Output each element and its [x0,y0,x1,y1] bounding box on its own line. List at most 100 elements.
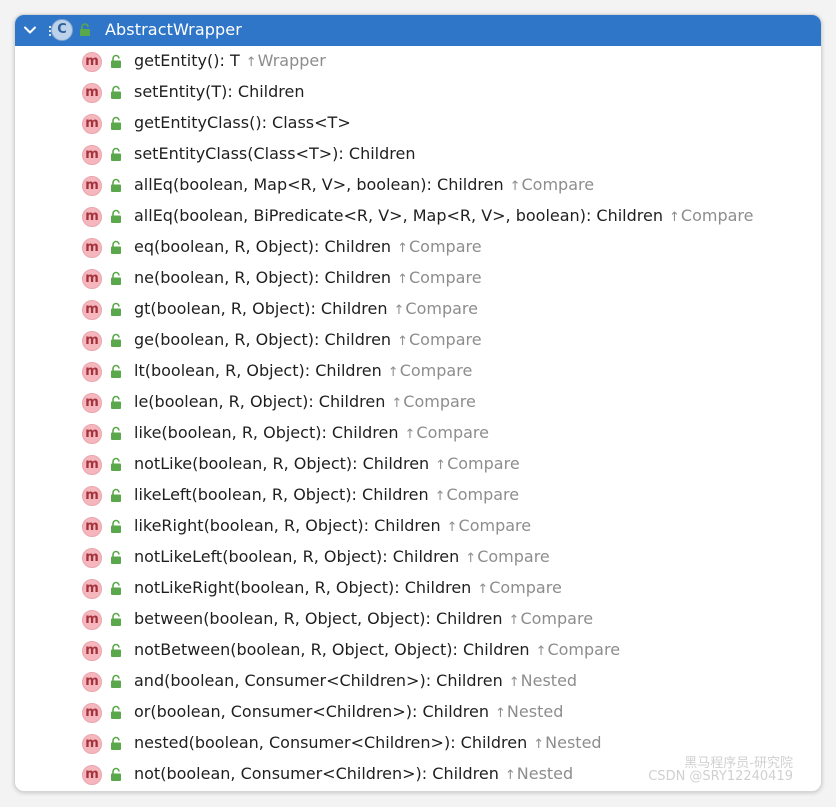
chevron-down-icon[interactable] [23,23,37,37]
method-icon: m [82,703,102,723]
inherited-from: ↑Compare [477,578,561,597]
method-row[interactable]: m notLike(boolean, R, Object): Children ↑C… [15,449,821,480]
arrow-up-icon: ↑ [477,582,489,597]
method-row[interactable]: m between(boolean, R, Object, Object): Ch… [15,604,821,635]
method-icon: m [82,362,102,382]
method-row[interactable]: m setEntityClass(Class<T>): Children [15,139,821,170]
public-lock-icon [111,302,121,316]
method-row[interactable]: m notLikeRight(boolean, R, Object): Child… [15,573,821,604]
method-signature: or(boolean, Consumer<Children>): Childre… [134,702,490,721]
public-lock-icon [111,333,121,347]
method-signature-line: likeRight(boolean, R, Object): Children ↑… [134,516,531,535]
inherited-from: ↑Compare [447,516,531,535]
arrow-up-icon: ↑ [391,396,403,411]
public-lock-icon [111,240,121,254]
method-row[interactable]: m allEq(boolean, Map<R, V>, boolean): Chi… [15,170,821,201]
method-icon: m [82,548,102,568]
arrow-up-icon: ↑ [245,55,257,70]
method-row[interactable]: m notBetween(boolean, R, Object, Object):… [15,635,821,666]
arrow-up-icon: ↑ [446,520,458,535]
inherited-from: ↑Wrapper [246,51,326,70]
inherited-from-label: Compare [520,609,594,628]
method-row[interactable]: m nested(boolean, Consumer<Children>): Ch… [15,728,821,759]
inherited-from-label: Compare [680,206,754,225]
method-row[interactable]: m likeRight(boolean, R, Object): Children… [15,511,821,542]
method-row[interactable]: m like(boolean, R, Object): Children ↑Comp… [15,418,821,449]
method-icon: m [82,734,102,754]
arrow-up-icon: ↑ [404,427,416,442]
method-signature: eq(boolean, R, Object): Children [134,237,392,256]
method-signature: allEq(boolean, Map<R, V>, boolean): Chil… [134,175,504,194]
method-row[interactable]: m getEntity(): T ↑Wrapper [15,46,821,77]
method-signature: like(boolean, R, Object): Children [134,423,399,442]
public-lock-icon [111,612,121,626]
method-signature-line: like(boolean, R, Object): Children ↑Compa… [134,423,489,442]
method-row[interactable]: m and(boolean, Consumer<Children>): Child… [15,666,821,697]
method-icon: m [82,765,102,785]
public-lock-icon [111,178,121,192]
inherited-from: ↑Compare [388,361,472,380]
method-row[interactable]: m gt(boolean, R, Object): Children ↑Compar… [15,294,821,325]
public-lock-icon [111,85,121,99]
method-row[interactable]: m eq(boolean, R, Object): Children ↑Compar… [15,232,821,263]
method-icon-letter: m [85,364,99,379]
method-signature: not(boolean, Consumer<Children>): Childr… [134,764,499,783]
public-lock-icon [111,767,121,781]
method-signature: ge(boolean, R, Object): Children [134,330,392,349]
method-icon-letter: m [85,395,99,410]
method-signature-line: lt(boolean, R, Object): Children ↑Compare [134,361,472,380]
method-icon: m [82,641,102,661]
method-row[interactable]: m notLikeLeft(boolean, R, Object): Childr… [15,542,821,573]
inherited-from: ↑Compare [435,454,519,473]
arrow-up-icon: ↑ [465,551,477,566]
method-signature: notLike(boolean, R, Object): Children [134,454,430,473]
method-icon: m [82,579,102,599]
method-row[interactable]: m ge(boolean, R, Object): Children ↑Compar… [15,325,821,356]
inherited-from-label: Compare [489,578,562,597]
method-icon-letter: m [85,457,99,472]
public-lock-icon [111,674,121,688]
method-list: m getEntity(): T ↑Wrapper m setEntity(T): Ch… [15,46,821,790]
arrow-up-icon: ↑ [533,737,545,752]
arrow-up-icon: ↑ [387,365,399,380]
method-signature-line: getEntity(): T ↑Wrapper [134,51,326,70]
method-icon-letter: m [85,302,99,317]
public-lock-icon [111,519,121,533]
arrow-up-icon: ↑ [508,675,520,690]
inherited-from: ↑Compare [510,175,594,194]
arrow-up-icon: ↑ [397,334,408,349]
inherited-from: ↑Compare [509,609,593,628]
method-signature-line: or(boolean, Consumer<Children>): Childre… [134,702,563,721]
method-icon: m [82,269,102,289]
class-node-header[interactable]: C AbstractWrapper [15,15,821,46]
method-signature-line: notLikeLeft(boolean, R, Object): Childre… [134,547,550,566]
method-row[interactable]: m ne(boolean, R, Object): Children ↑Compar… [15,263,821,294]
watermark: 黑马程序员-研究院 CSDN @SRY12240419 [648,757,793,783]
inherited-from: ↑Nested [505,764,573,783]
method-icon: m [82,455,102,475]
class-icon-letter: C [57,22,67,37]
method-row[interactable]: m lt(boolean, R, Object): Children ↑Compar… [15,356,821,387]
inherited-from: ↑Compare [669,206,753,225]
method-icon-letter: m [85,54,99,69]
method-row[interactable]: m getEntityClass(): Class<T> [15,108,821,139]
method-icon-letter: m [85,240,99,255]
method-icon: m [82,238,102,258]
method-row[interactable]: m likeLeft(boolean, R, Object): Children ↑… [15,480,821,511]
watermark-line-2: CSDN @SRY12240419 [648,769,793,784]
inherited-from: ↑Compare [536,640,620,659]
inherited-from-label: Compare [408,330,482,349]
arrow-up-icon: ↑ [397,272,408,287]
method-icon-letter: m [85,643,99,658]
method-row[interactable]: m allEq(boolean, BiPredicate<R, V>, Map<R… [15,201,821,232]
method-icon: m [82,331,102,351]
method-icon: m [82,393,102,413]
method-icon-letter: m [85,209,99,224]
public-lock-icon [111,457,121,471]
public-lock-icon [111,488,121,502]
method-row[interactable]: m le(boolean, R, Object): Children ↑Compar… [15,387,821,418]
method-row[interactable]: m or(boolean, Consumer<Children>): Childr… [15,697,821,728]
method-row[interactable]: m setEntity(T): Children [15,77,821,108]
method-signature: between(boolean, R, Object, Object): Chi… [134,609,503,628]
inherited-from-label: Compare [408,268,482,287]
